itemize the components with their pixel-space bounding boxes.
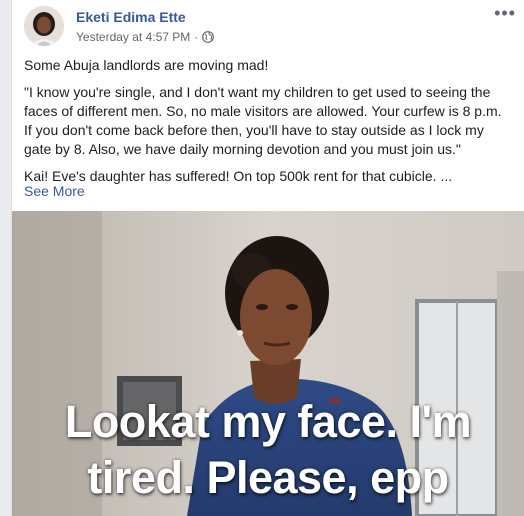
image-caption-line: tired. Please, epp <box>87 452 449 503</box>
more-options-icon[interactable]: ••• <box>494 4 516 22</box>
meta-separator: · <box>194 30 199 44</box>
author-avatar[interactable] <box>24 6 64 46</box>
post-timestamp[interactable]: Yesterday at 4:57 PM <box>76 30 190 44</box>
post-header: Eketi Edima Ette Yesterday at 4:57 PM · … <box>24 4 524 46</box>
image-caption-line: Lookat my face. I'm <box>64 396 472 447</box>
globe-icon[interactable] <box>202 31 215 43</box>
post-paragraph: "I know you're single, and I don't want … <box>24 84 502 157</box>
post-paragraph: Some Abuja landlords are moving mad! <box>24 57 269 73</box>
post-body: Some Abuja landlords are moving mad! "I … <box>24 56 502 201</box>
post-paragraph: Kai! Eve's daughter has suffered! On top… <box>24 168 453 184</box>
facebook-post: Eketi Edima Ette Yesterday at 4:57 PM · … <box>11 0 524 516</box>
author-name[interactable]: Eketi Edima Ette <box>76 9 186 25</box>
post-meta: Yesterday at 4:57 PM · <box>76 30 215 44</box>
